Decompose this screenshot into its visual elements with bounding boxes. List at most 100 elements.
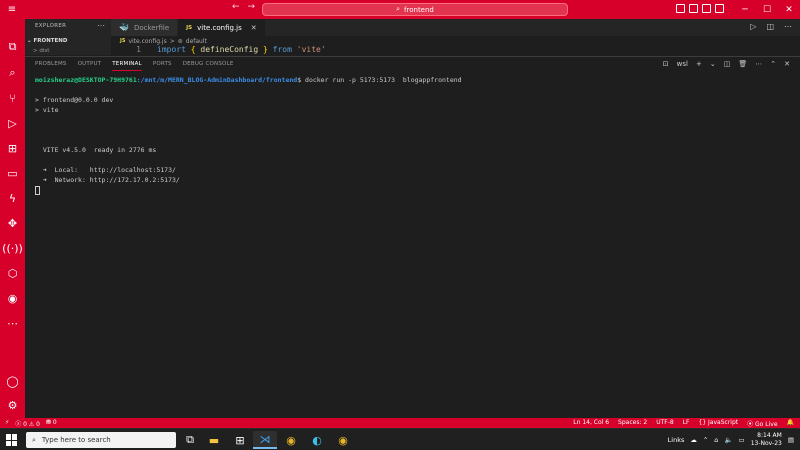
store-icon[interactable]: ⊞: [228, 431, 252, 449]
more-icon[interactable]: ⋯: [0, 313, 25, 333]
edge-icon[interactable]: ◐: [305, 431, 329, 449]
line-number: 1: [136, 45, 141, 54]
back-arrow-icon[interactable]: ←: [232, 2, 240, 12]
breadcrumb-file[interactable]: vite.config.js: [128, 38, 166, 45]
maximize-button[interactable]: ☐: [756, 0, 778, 19]
problems-indicator[interactable]: ⓧ 0 ⚠ 0: [15, 419, 40, 428]
go-live-button[interactable]: ⦿ Go Live: [747, 419, 777, 428]
terminal-cursor: [35, 185, 40, 195]
minimize-button[interactable]: ─: [734, 0, 756, 19]
chevron-down-icon[interactable]: ⌄: [710, 60, 716, 68]
local-label: ➜ Local:: [35, 166, 90, 174]
tree-item-dist[interactable]: > dist: [33, 48, 49, 54]
trash-icon[interactable]: 🗑: [738, 60, 747, 68]
shell-name[interactable]: wsl: [677, 60, 688, 68]
tab-debug-console[interactable]: DEBUG CONSOLE: [183, 61, 234, 71]
search-icon[interactable]: ⌕: [0, 63, 25, 83]
identifier: defineConfig: [200, 45, 259, 54]
tab-problems[interactable]: PROBLEMS: [35, 61, 67, 71]
toggle-secondary-sidebar-icon[interactable]: [702, 4, 711, 13]
cursor-position[interactable]: Ln 14, Col 6: [573, 419, 609, 428]
close-panel-icon[interactable]: ✕: [784, 60, 790, 68]
extensions-icon[interactable]: ⊞: [0, 138, 25, 158]
layout-controls: [676, 4, 724, 13]
docker-icon[interactable]: ⬡: [0, 263, 25, 283]
tab-vite-config[interactable]: JS vite.config.js ✕: [178, 19, 266, 36]
search-text: frontend: [404, 5, 434, 14]
close-tab-icon[interactable]: ✕: [251, 24, 257, 32]
local-url[interactable]: http://localhost:5173/: [90, 166, 176, 174]
code-line[interactable]: 1 import { defineConfig } from 'vite': [111, 45, 800, 56]
vite-ready-line: VITE v4.5.0 ready in 2776 ms: [35, 146, 157, 154]
run-icon[interactable]: ▷: [750, 22, 756, 31]
keyword-from: from: [272, 45, 292, 54]
figma-icon[interactable]: ✥: [0, 213, 25, 233]
vscode-icon[interactable]: ⋊: [253, 431, 277, 449]
show-hidden-icon[interactable]: ⌃: [703, 436, 708, 444]
menu-icon[interactable]: ≡: [0, 0, 24, 19]
breadcrumb-symbol[interactable]: default: [186, 38, 207, 45]
split-terminal-icon[interactable]: ◫: [724, 60, 731, 68]
links-toolbar[interactable]: Links: [668, 436, 685, 444]
chrome-profile-icon[interactable]: ◉: [331, 431, 355, 449]
explorer-icon[interactable]: ⧉: [0, 37, 25, 57]
file-explorer-icon[interactable]: ▬: [202, 431, 226, 449]
more-icon[interactable]: ⋯: [755, 60, 762, 68]
forward-arrow-icon[interactable]: →: [248, 2, 256, 12]
run-debug-icon[interactable]: ▷: [0, 113, 25, 133]
task-view-icon[interactable]: ⧉: [178, 431, 202, 449]
customize-layout-icon[interactable]: [715, 4, 724, 13]
tab-ports[interactable]: PORTS: [153, 61, 172, 71]
accounts-icon[interactable]: ◯: [0, 371, 25, 391]
tree-item-label: dist: [39, 48, 50, 54]
explorer-more-icon[interactable]: ⋯: [97, 21, 105, 30]
ports-indicator[interactable]: ⛃ 0: [46, 419, 57, 428]
folder-frontend[interactable]: ⌄ FRONTEND: [27, 38, 67, 44]
notification-icon[interactable]: ▤: [788, 436, 794, 444]
terminal-output[interactable]: moizsheraz@DESKTOP-79H9761:/mnt/m/MERN_B…: [35, 75, 462, 195]
close-button[interactable]: ✕: [778, 0, 800, 19]
battery-icon[interactable]: ▭: [739, 436, 745, 444]
source-control-icon[interactable]: ⑂: [0, 88, 25, 108]
terminal-user: moizsheraz@DESKTOP-79H9761: [35, 76, 137, 84]
status-bar: ⚡ ⓧ 0 ⚠ 0 ⛃ 0 Ln 14, Col 6 Spaces: 2 UTF…: [0, 418, 800, 428]
toggle-sidebar-icon[interactable]: [676, 4, 685, 13]
network-icon[interactable]: ⌂: [714, 436, 718, 444]
terminal-path: :/mnt/m/MERN_BLOG-AdminDashboard/fronten…: [136, 76, 298, 84]
remote-explorer-icon[interactable]: ▭: [0, 163, 25, 183]
tab-dockerfile[interactable]: 🐳 Dockerfile: [111, 19, 179, 36]
taskbar-search[interactable]: ⌕ Type here to search: [26, 432, 176, 448]
volume-icon[interactable]: 🔈: [724, 436, 732, 444]
language-mode[interactable]: {} JavaScript: [699, 419, 739, 428]
command-center-search[interactable]: ⌕ frontend: [262, 3, 568, 16]
remote-indicator[interactable]: ⚡: [5, 419, 9, 428]
chrome-icon[interactable]: ◉: [279, 431, 303, 449]
string-literal: 'vite': [296, 45, 326, 54]
windows-start-icon[interactable]: [6, 434, 18, 446]
settings-gear-icon[interactable]: ⚙: [0, 395, 25, 415]
new-terminal-icon[interactable]: +: [696, 60, 702, 68]
encoding[interactable]: UTF-8: [656, 419, 674, 428]
bell-icon[interactable]: 🔔: [787, 419, 794, 428]
more-actions-icon[interactable]: ⋯: [784, 22, 792, 31]
testing-icon[interactable]: ◉: [0, 288, 25, 308]
js-file-icon: JS: [186, 24, 193, 31]
thunder-client-icon[interactable]: ϟ: [0, 188, 25, 208]
title-bar: ≡ ← → ⌕ frontend ─ ☐ ✕: [0, 0, 800, 19]
network-url[interactable]: http://172.17.0.2:5173/: [90, 176, 180, 184]
end-of-line[interactable]: LF: [683, 419, 690, 428]
clock[interactable]: 8:14 AM 13-Nov-23: [751, 432, 782, 448]
tab-output[interactable]: OUTPUT: [78, 61, 102, 71]
tab-terminal[interactable]: TERMINAL: [112, 61, 142, 71]
toggle-panel-icon[interactable]: [689, 4, 698, 13]
search-placeholder: Type here to search: [41, 436, 111, 444]
indentation[interactable]: Spaces: 2: [618, 419, 647, 428]
editor-actions: ▷ ◫ ⋯: [750, 22, 792, 31]
maximize-panel-icon[interactable]: ⌃: [770, 60, 776, 68]
live-share-icon[interactable]: ((·)): [0, 238, 25, 258]
clock-time: 8:14 AM: [757, 432, 782, 439]
weather-icon[interactable]: ☁: [690, 436, 697, 444]
split-editor-icon[interactable]: ◫: [766, 22, 774, 31]
keyword-import: import: [157, 45, 186, 54]
docker-file-icon: 🐳: [119, 23, 129, 32]
